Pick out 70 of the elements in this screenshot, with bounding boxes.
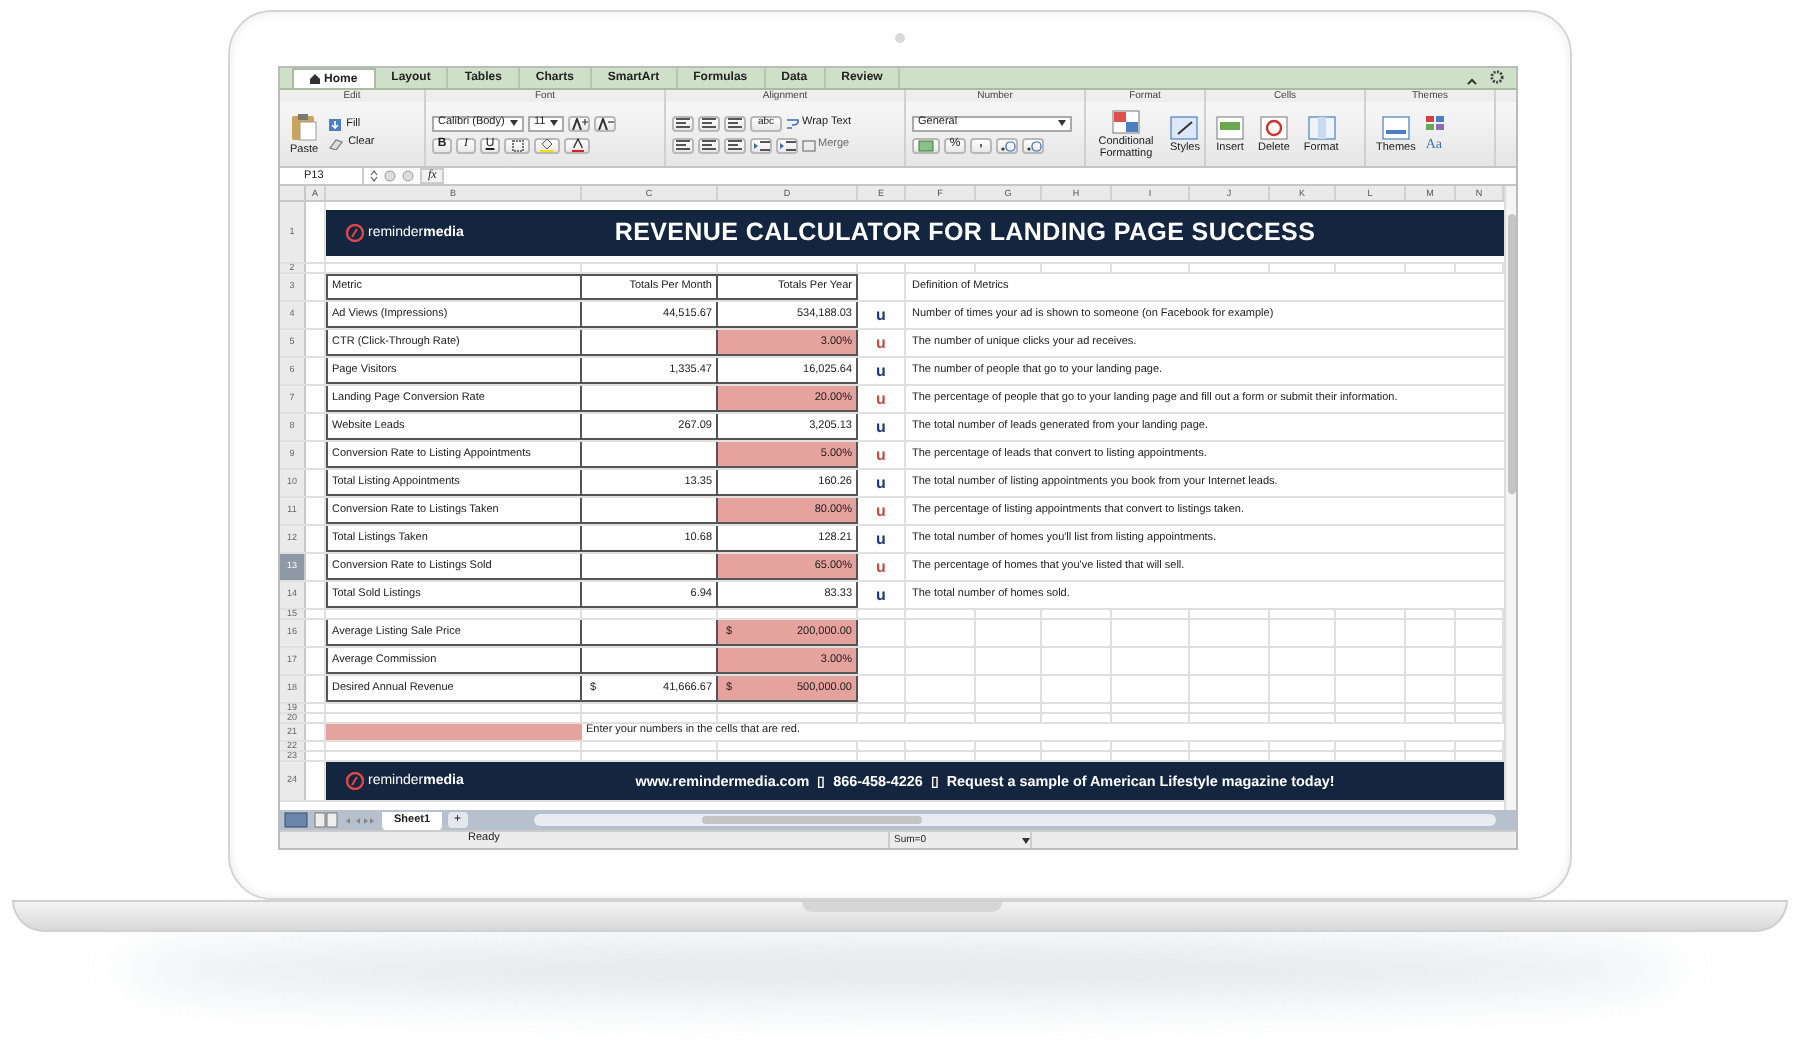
font-grow-icon xyxy=(571,117,587,129)
color-palette-icon[interactable] xyxy=(1425,116,1446,132)
logo-icon xyxy=(346,772,364,790)
paint-bucket-icon xyxy=(540,138,554,152)
bullet-marker: u xyxy=(876,559,886,575)
align-button[interactable] xyxy=(672,137,694,153)
styles-icon xyxy=(1170,115,1199,139)
insert-cells-icon xyxy=(1216,115,1244,139)
caret-icon xyxy=(510,120,518,126)
borders-button[interactable] xyxy=(504,137,530,153)
bullet-marker: u xyxy=(876,419,886,435)
caret-icon xyxy=(1022,837,1030,843)
banknote-icon xyxy=(918,139,934,151)
scroll-thumb[interactable] xyxy=(1507,214,1515,494)
table-grid-icon xyxy=(1112,109,1140,133)
delete-cells-icon xyxy=(1259,115,1288,139)
grow-font-button[interactable] xyxy=(568,115,590,131)
banner-title: REVENUE CALCULATOR FOR LANDING PAGE SUCCESS xyxy=(612,220,1318,246)
vertical-scrollbar[interactable] xyxy=(1504,186,1516,810)
scroll-thumb[interactable] xyxy=(701,816,922,824)
horizontal-scrollbar[interactable] xyxy=(533,814,1496,826)
font-color-icon xyxy=(571,138,583,152)
bullet-marker: u xyxy=(876,503,886,519)
decimal-button[interactable] xyxy=(996,137,1018,153)
indent-button[interactable] xyxy=(750,137,772,153)
bullet-marker: u xyxy=(876,475,886,491)
caret-icon xyxy=(550,120,558,126)
bullet-marker: u xyxy=(876,391,886,407)
bullet-marker: u xyxy=(876,335,886,351)
format-cells-icon xyxy=(1307,115,1336,139)
themes-icon xyxy=(1381,115,1410,139)
logo-icon xyxy=(346,224,364,242)
indent-icon xyxy=(753,139,769,151)
align-button[interactable] xyxy=(698,137,720,153)
settings-icon[interactable] xyxy=(1490,70,1504,84)
caret-icon xyxy=(1058,120,1066,126)
align-button[interactable] xyxy=(672,115,694,131)
decimal-button[interactable] xyxy=(1022,137,1044,153)
font-shrink-icon xyxy=(597,117,613,129)
fill-color-button[interactable] xyxy=(534,137,560,153)
shrink-font-button[interactable] xyxy=(594,115,616,131)
decimal-icon xyxy=(1025,139,1041,151)
align-lines-icon xyxy=(700,138,718,152)
bullet-marker: u xyxy=(876,531,886,547)
align-lines-icon xyxy=(674,138,692,152)
collapse-icon[interactable] xyxy=(1466,76,1478,88)
borders-icon xyxy=(511,139,523,151)
wrap-icon xyxy=(786,117,800,129)
align-button[interactable] xyxy=(724,137,746,153)
indent-icon xyxy=(779,139,795,151)
align-button[interactable] xyxy=(724,115,746,131)
align-button[interactable] xyxy=(698,115,720,131)
align-lines-icon xyxy=(674,116,692,130)
home-icon xyxy=(310,74,320,84)
bullet-marker: u xyxy=(876,307,886,323)
bullet-marker: u xyxy=(876,363,886,379)
bullet-marker: u xyxy=(876,587,886,603)
camera-icon xyxy=(894,32,906,44)
bullet-marker: u xyxy=(876,447,886,463)
currency-button[interactable] xyxy=(912,137,940,153)
align-lines-icon xyxy=(726,138,744,152)
font-color-button[interactable] xyxy=(564,137,590,153)
eraser-icon xyxy=(328,138,345,150)
indent-button[interactable] xyxy=(776,137,798,153)
clipboard-icon xyxy=(290,112,319,142)
decimal-icon xyxy=(999,139,1015,151)
stepper-icon[interactable] xyxy=(370,170,378,182)
align-lines-icon xyxy=(726,116,744,130)
fill-down-icon xyxy=(328,118,343,132)
align-lines-icon xyxy=(700,116,718,130)
